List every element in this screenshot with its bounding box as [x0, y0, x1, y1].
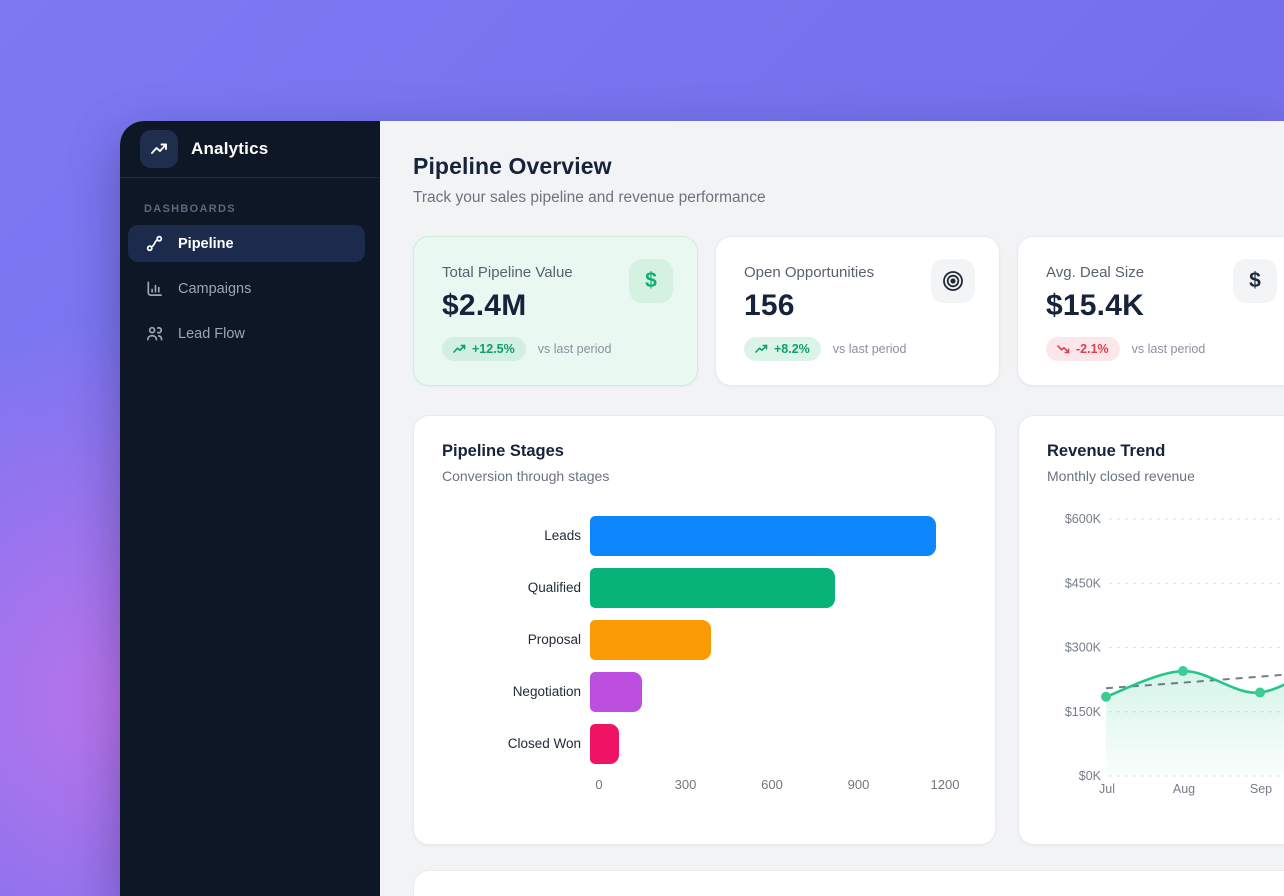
chart-title: Pipeline Stages: [442, 442, 967, 461]
sidebar-item-pipeline[interactable]: Pipeline: [128, 225, 365, 262]
revenue-dot: [1178, 666, 1188, 676]
delta-note: vs last period: [538, 342, 612, 356]
page-title: Pipeline Overview: [413, 153, 1284, 180]
target-icon: [931, 259, 975, 303]
trending-up-icon: [755, 344, 768, 354]
sidebar-nav: Pipeline Campaigns: [120, 225, 380, 352]
pipeline-bars: Leads Qualified Proposal Negotiation Closed …: [442, 516, 967, 764]
bar-row: Proposal: [442, 620, 967, 660]
bar-category-label: Qualified: [442, 580, 590, 597]
bar-category-label: Closed Won: [442, 736, 590, 753]
brand-name: Analytics: [191, 139, 268, 159]
bar: [590, 516, 936, 556]
pipeline-stages-card: Pipeline Stages Conversion through stage…: [413, 415, 996, 845]
x-axis-tick-label: 600: [761, 777, 783, 792]
delta-badge: +8.2%: [744, 337, 821, 361]
y-axis-tick-label: $0K: [1079, 769, 1102, 783]
sidebar-item-label: Campaigns: [178, 281, 251, 297]
bar-row: Negotiation: [442, 672, 967, 712]
dollar-icon: $: [629, 259, 673, 303]
revenue-line-chart: $0K $150K $300K $450K $600K Jul Aug Sep: [1043, 504, 1284, 800]
bar-row: Qualified: [442, 568, 967, 608]
x-axis-month-label: Sep: [1250, 782, 1272, 796]
bar-row: Leads: [442, 516, 967, 556]
x-axis-tick-label: 0: [595, 777, 602, 792]
bar-row: Closed Won: [442, 724, 967, 764]
sidebar-item-lead-flow[interactable]: Lead Flow: [128, 315, 365, 352]
route-icon: [144, 234, 164, 254]
kpi-row: Total Pipeline Value $2.4M +12.5% vs las…: [413, 236, 1284, 386]
bar: [590, 620, 711, 660]
delta-badge: +12.5%: [442, 337, 526, 361]
sidebar: Analytics DASHBOARDS Pipeline: [120, 121, 380, 896]
kpi-card-open-opportunities: Open Opportunities 156 +8.2% vs last per…: [715, 236, 1000, 386]
sidebar-item-label: Lead Flow: [178, 326, 245, 342]
chart-title: Revenue Trend: [1047, 442, 1284, 461]
bar: [590, 568, 835, 608]
page-subtitle: Track your sales pipeline and revenue pe…: [413, 189, 1284, 207]
bar-category-label: Leads: [442, 528, 590, 545]
x-axis-month-label: Jul: [1099, 782, 1115, 796]
kpi-card-avg-deal-size: Avg. Deal Size $15.4K -2.1% vs last peri…: [1017, 236, 1284, 386]
analytics-logo-icon: [140, 130, 178, 168]
y-axis-tick-label: $300K: [1065, 641, 1102, 655]
x-axis-tick-label: 300: [675, 777, 697, 792]
x-axis-tick-label: 1200: [931, 777, 960, 792]
revenue-dot: [1255, 687, 1265, 697]
delta-badge: -2.1%: [1046, 337, 1120, 361]
app-window: Analytics DASHBOARDS Pipeline: [120, 121, 1284, 896]
delta-note: vs last period: [833, 342, 907, 356]
users-icon: [144, 324, 164, 344]
chart-subtitle: Conversion through stages: [442, 468, 967, 484]
kpi-card-total-pipeline-value: Total Pipeline Value $2.4M +12.5% vs las…: [413, 236, 698, 386]
x-axis-month-label: Aug: [1173, 782, 1195, 796]
sidebar-item-label: Pipeline: [178, 236, 234, 252]
y-axis-tick-label: $150K: [1065, 705, 1102, 719]
bar: [590, 724, 619, 764]
delta-note: vs last period: [1132, 342, 1206, 356]
trending-down-icon: [1057, 344, 1070, 354]
bar: [590, 672, 642, 712]
pipeline-x-axis: 03006009001200: [599, 777, 967, 793]
bottom-card: [413, 870, 1284, 896]
bar-category-label: Proposal: [442, 632, 590, 649]
x-axis-tick-label: 900: [848, 777, 870, 792]
sidebar-item-campaigns[interactable]: Campaigns: [128, 270, 365, 307]
brand: Analytics: [120, 121, 380, 178]
charts-row: Pipeline Stages Conversion through stage…: [413, 415, 1284, 845]
main-content: Pipeline Overview Track your sales pipel…: [380, 121, 1284, 896]
revenue-trend-card: Revenue Trend Monthly closed revenue $0K…: [1018, 415, 1284, 845]
y-axis-tick-label: $600K: [1065, 512, 1102, 526]
bar-chart-icon: [144, 279, 164, 299]
sidebar-section-label: DASHBOARDS: [120, 178, 380, 225]
chart-subtitle: Monthly closed revenue: [1047, 468, 1284, 484]
dollar-icon: $: [1233, 259, 1277, 303]
bar-category-label: Negotiation: [442, 684, 590, 701]
revenue-dot: [1101, 692, 1111, 702]
y-axis-tick-label: $450K: [1065, 576, 1102, 590]
trending-up-icon: [453, 344, 466, 354]
